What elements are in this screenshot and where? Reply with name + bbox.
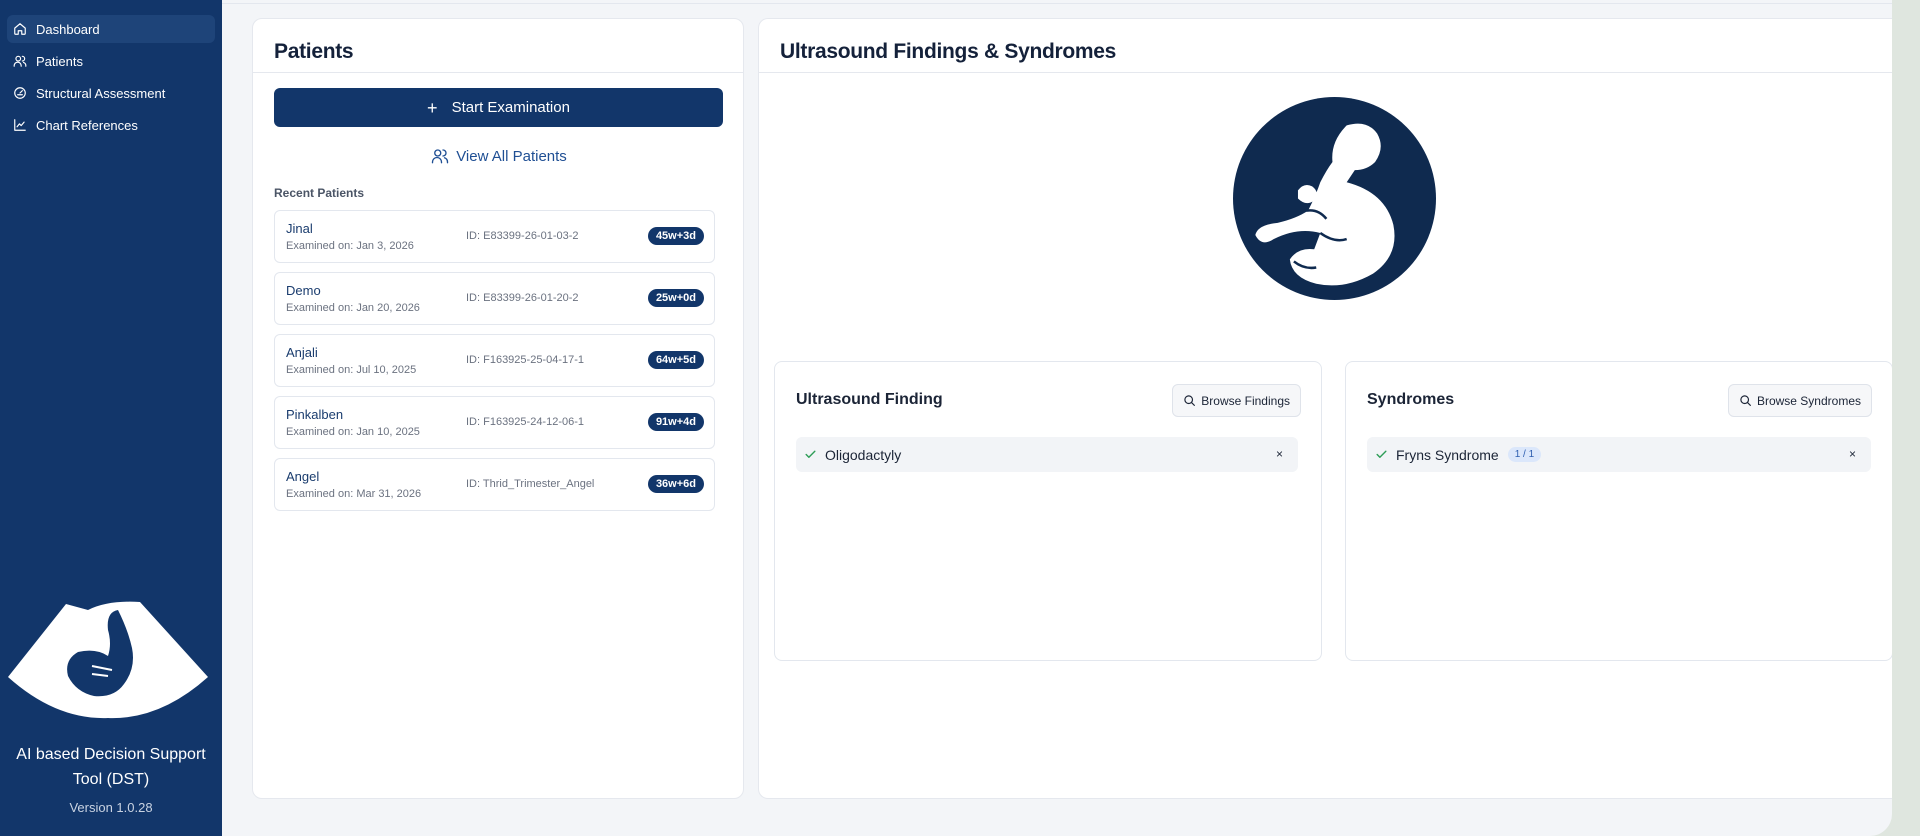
patient-id: ID: E83399-26-01-20-2 [466,292,579,304]
users-icon [13,55,27,67]
patient-name: Angel [286,469,320,484]
patient-row[interactable]: Jinal Examined on: Jan 3, 2026 ID: E8339… [274,210,715,263]
sidebar-item-chart-references[interactable]: Chart References [7,111,215,139]
app-window: Dashboard Patients Structural Assessment… [0,0,1892,836]
sidebar-item-label: Chart References [36,117,138,133]
browse-findings-button[interactable]: Browse Findings [1172,384,1301,417]
findings-panel-title: Ultrasound Findings & Syndromes [759,19,1892,73]
patient-exam-date: Examined on: Mar 31, 2026 [286,488,422,500]
browse-syndromes-button[interactable]: Browse Syndromes [1727,384,1872,417]
gestational-age-badge: 45w+3d [647,227,704,245]
selected-finding-chip: Oligodactyly × [796,437,1298,472]
patient-exam-date: Examined on: Jan 10, 2025 [286,426,420,438]
gestational-age-badge: 91w+4d [647,413,704,431]
patient-row[interactable]: Anjali Examined on: Jul 10, 2025 ID: F16… [274,334,715,387]
sidebar-item-structural-assessment[interactable]: Structural Assessment [7,79,215,107]
selected-syndrome-chip: Fryns Syndrome 1 / 1 × [1367,437,1871,472]
gestational-age-badge: 25w+0d [647,289,704,307]
patient-exam-date: Examined on: Jan 20, 2026 [286,302,420,314]
ultrasound-finding-card: Ultrasound Finding Browse Findings Oligo… [774,361,1322,661]
users-icon [432,149,449,164]
patient-exam-date: Examined on: Jan 3, 2026 [286,240,414,252]
patient-id: ID: F163925-25-04-17-1 [466,354,585,366]
findings-syndromes-panel: Ultrasound Findings & Syndromes Ultrasou… [758,18,1892,799]
patient-id: ID: Thrid_Trimester_Angel [466,478,595,490]
patient-name: Pinkalben [286,407,344,422]
gestational-age-badge: 64w+5d [647,351,704,369]
check-icon [805,450,816,458]
patient-id: ID: F163925-24-12-06-1 [466,416,585,428]
patient-exam-date: Examined on: Jul 10, 2025 [286,364,417,376]
browse-findings-label: Browse Findings [1201,393,1290,408]
search-icon [1184,395,1196,406]
remove-finding-button[interactable]: × [1276,447,1283,461]
patient-row[interactable]: Demo Examined on: Jan 20, 2026 ID: E8339… [274,272,715,325]
sidebar-nav: Dashboard Patients Structural Assessment… [0,0,222,139]
selected-finding-label: Oligodactyly [825,446,902,463]
patients-panel-title: Patients [253,19,743,73]
view-all-patients-link[interactable]: View All Patients [253,147,745,165]
sidebar-item-patients[interactable]: Patients [7,47,215,75]
start-examination-label: Start Examination [451,99,570,116]
remove-syndrome-button[interactable]: × [1849,447,1856,461]
browse-syndromes-label: Browse Syndromes [1756,393,1861,408]
syndromes-card: Syndromes Browse Syndromes Fryns Syndrom… [1345,361,1892,661]
app-title: AI based Decision Support Tool (DST) [16,746,206,788]
patient-row[interactable]: Angel Examined on: Mar 31, 2026 ID: Thri… [274,458,715,511]
sidebar-item-label: Patients [36,53,83,69]
selected-syndrome-label: Fryns Syndrome [1396,446,1499,463]
sidebar-item-dashboard[interactable]: Dashboard [7,15,215,43]
top-divider [222,3,1892,4]
patient-row[interactable]: Pinkalben Examined on: Jan 10, 2025 ID: … [274,396,715,449]
search-icon [1740,395,1751,406]
gauge-icon [14,87,26,99]
gestational-age-badge: 36w+6d [647,475,704,493]
syndromes-title: Syndromes [1367,391,1455,408]
fetus-illustration [1233,97,1436,300]
line-chart-icon [14,119,26,131]
recent-patients-list: Jinal Examined on: Jan 3, 2026 ID: E8339… [274,210,715,520]
patient-name: Demo [286,283,321,298]
sidebar-item-label: Structural Assessment [36,85,166,101]
start-examination-button[interactable]: + Start Examination [274,88,723,127]
ultrasound-fetus-logo [8,601,208,719]
syndrome-match-count-badge: 1 / 1 [1507,447,1542,462]
ultrasound-finding-title: Ultrasound Finding [796,391,943,408]
patient-id: ID: E83399-26-01-03-2 [466,230,579,242]
plus-icon: + [427,97,438,118]
patients-panel: Patients + Start Examination View All Pa… [252,18,744,799]
view-all-patients-label: View All Patients [456,147,567,165]
home-icon [14,23,26,35]
sidebar-item-label: Dashboard [36,21,100,37]
app-version: Version 1.0.28 [69,800,153,815]
recent-patients-heading: Recent Patients [274,186,365,200]
patient-name: Anjali [286,345,318,360]
check-icon [1376,450,1387,458]
sidebar: Dashboard Patients Structural Assessment… [0,0,222,836]
patient-name: Jinal [286,221,313,236]
